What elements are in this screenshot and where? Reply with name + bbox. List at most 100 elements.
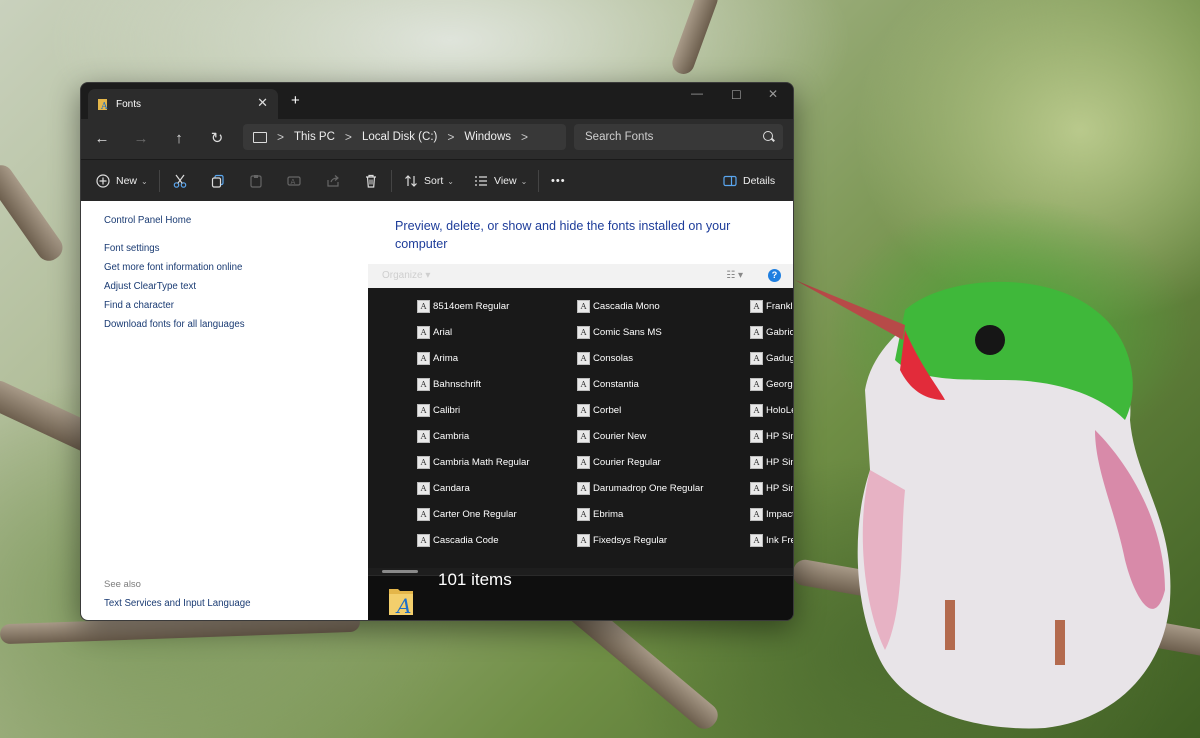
view-icon (475, 176, 487, 186)
font-item[interactable]: A Bahnschrift (417, 376, 481, 392)
refresh-button[interactable]: ↻ (207, 129, 227, 149)
font-item[interactable]: A Arima (417, 350, 458, 366)
breadcrumb-this-pc[interactable]: This PC (294, 131, 335, 143)
new-button[interactable]: New ⌄ (96, 171, 148, 191)
page-description: Preview, delete, or show and hide the fo… (395, 219, 731, 251)
font-name: Cascadia Mono (593, 300, 660, 312)
font-name: Fixedsys Regular (593, 534, 668, 546)
svg-text:A: A (100, 102, 108, 110)
font-item[interactable]: A Courier New (577, 428, 646, 444)
breadcrumb-local-disk[interactable]: Local Disk (C:) (362, 131, 437, 143)
font-item[interactable]: A Constantia (577, 376, 639, 392)
font-item[interactable]: A Carter One Regular (417, 506, 517, 522)
paste-icon[interactable] (249, 174, 263, 188)
rename-icon[interactable]: A (287, 174, 301, 188)
font-file-icon: A (417, 507, 430, 521)
font-item[interactable]: A Arial (417, 324, 452, 340)
sort-button[interactable]: Sort ⌄ (404, 171, 454, 191)
font-file-icon: A (750, 507, 763, 521)
tab-fonts[interactable]: A Fonts ✕ (88, 89, 278, 119)
font-settings-link[interactable]: Font settings (104, 243, 159, 254)
font-item[interactable]: AHP Sim (750, 454, 793, 470)
font-item[interactable]: AHP Sim (750, 480, 793, 496)
font-file-icon: A (577, 507, 590, 521)
breadcrumb-separator: > (521, 130, 529, 144)
maximize-button[interactable]: ☐ (731, 88, 742, 102)
scrollbar-thumb[interactable] (382, 570, 418, 573)
font-item[interactable]: A Fixedsys Regular (577, 532, 667, 548)
breadcrumb-separator: > (344, 130, 352, 144)
more-options-button[interactable]: ••• (551, 171, 566, 191)
font-item[interactable]: A Corbel (577, 402, 621, 418)
tab-title: Fonts (116, 98, 142, 110)
new-tab-button[interactable]: + (291, 92, 300, 109)
breadcrumb-windows[interactable]: Windows (464, 131, 511, 143)
font-item[interactable]: A Gadug (750, 350, 793, 366)
font-name: Corbel (593, 404, 622, 416)
download-fonts-link[interactable]: Download fonts for all languages (104, 319, 245, 330)
cut-icon[interactable] (173, 174, 187, 188)
search-box[interactable]: Search Fonts (574, 124, 783, 150)
chevron-down-icon: ⌄ (520, 176, 528, 186)
search-icon (763, 131, 773, 141)
font-name: Gabrio (766, 326, 793, 338)
find-character-link[interactable]: Find a character (104, 300, 174, 311)
details-button[interactable]: Details (723, 171, 775, 191)
font-item[interactable]: A Cascadia Code (417, 532, 499, 548)
font-item[interactable]: A Frankli (750, 298, 793, 314)
font-file-icon: A (417, 299, 430, 313)
font-item[interactable]: A Ebrima (577, 506, 623, 522)
back-button[interactable]: ← (92, 129, 112, 149)
see-also-heading: See also (104, 579, 141, 590)
font-item[interactable]: A Candara (417, 480, 470, 496)
font-item[interactable]: A Impact (750, 506, 793, 522)
close-button[interactable]: ✕ (768, 87, 778, 101)
breadcrumb-separator: > (277, 130, 285, 144)
font-file-icon: A (577, 325, 590, 339)
font-file-icon: A (750, 325, 763, 339)
forward-button[interactable]: → (131, 129, 151, 149)
font-item[interactable]: A Darumadrop One Regular (577, 480, 703, 496)
tab-close-icon[interactable]: ✕ (257, 95, 268, 111)
font-item[interactable]: A Gabrio (750, 324, 793, 340)
control-panel-home-link[interactable]: Control Panel Home (104, 215, 191, 226)
font-file-icon: A (750, 377, 763, 391)
font-item[interactable]: A Cascadia Mono (577, 298, 660, 314)
copy-icon[interactable] (211, 174, 225, 188)
delete-icon[interactable] (364, 174, 378, 188)
view-options-icon[interactable]: ☷ ▾ (726, 270, 743, 281)
adjust-cleartype-link[interactable]: Adjust ClearType text (104, 281, 196, 292)
font-file-icon: A (750, 299, 763, 313)
font-item[interactable]: AHP Sim (750, 428, 793, 444)
divider (538, 170, 539, 192)
font-item[interactable]: A Calibri (417, 402, 460, 418)
address-bar[interactable]: > This PC > Local Disk (C:) > Windows > (243, 124, 566, 150)
font-item[interactable]: A 8514oem Regular (417, 298, 509, 314)
minimize-button[interactable]: — (691, 86, 703, 100)
share-icon[interactable] (326, 174, 340, 188)
horizontal-scrollbar[interactable] (368, 568, 793, 575)
text-services-link[interactable]: Text Services and Input Language (104, 598, 251, 609)
help-icon[interactable]: ? (768, 269, 781, 282)
font-file-icon: A (750, 455, 763, 469)
font-name: HP Sim (766, 456, 793, 468)
font-item[interactable]: A Cambria Math Regular (417, 454, 530, 470)
font-file-icon: A (417, 403, 430, 417)
background-branch (0, 160, 68, 266)
up-button[interactable]: ↑ (169, 129, 189, 149)
organize-button[interactable]: Organize ▾ (382, 270, 430, 281)
font-name: Courier Regular (593, 456, 661, 468)
font-item[interactable]: A Consolas (577, 350, 633, 366)
font-item[interactable]: AHoloLe (750, 402, 793, 418)
font-item[interactable]: A Cambria (417, 428, 469, 444)
address-row: ← → ↑ ↻ > This PC > Local Disk (C:) > Wi… (81, 119, 793, 159)
font-file-icon: A (750, 403, 763, 417)
font-item[interactable]: AInk Free (750, 532, 793, 548)
view-button[interactable]: View ⌄ (474, 171, 527, 191)
font-info-online-link[interactable]: Get more font information online (104, 262, 242, 273)
font-item[interactable]: A Comic Sans MS (577, 324, 662, 340)
font-item[interactable]: A Georgi (750, 376, 793, 392)
font-item[interactable]: A Courier Regular (577, 454, 661, 470)
control-panel-sidebar: Control Panel Home Font settings Get mor… (81, 201, 368, 620)
new-label: New (116, 175, 138, 187)
